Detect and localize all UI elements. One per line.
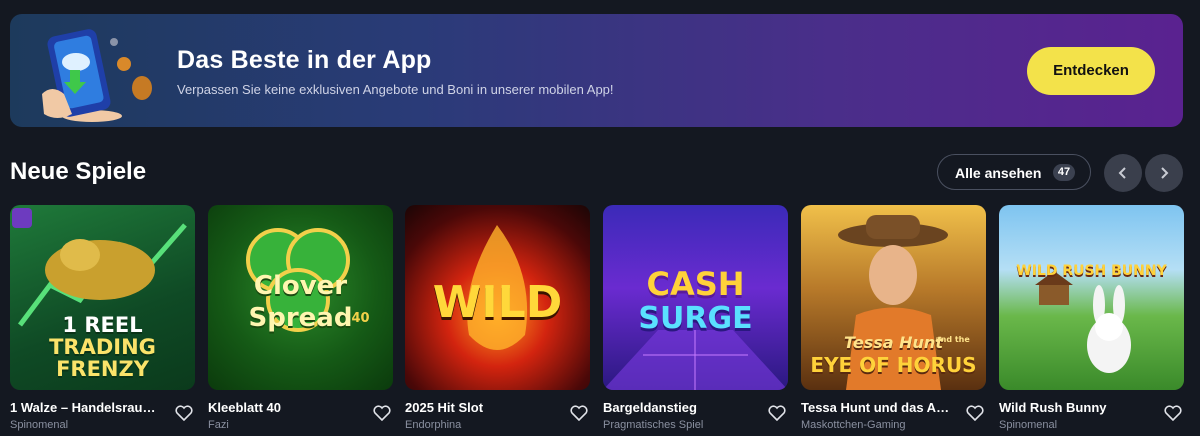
art-line: WILD bbox=[432, 277, 563, 328]
game-title[interactable]: Wild Rush Bunny bbox=[999, 400, 1149, 415]
art-line: TRADING bbox=[49, 335, 156, 359]
app-promo-banner: Das Beste in der App Verpassen Sie keine… bbox=[10, 14, 1183, 127]
art-line: FRENZY bbox=[56, 357, 149, 381]
see-all-button[interactable]: Alle ansehen 47 bbox=[937, 154, 1091, 190]
game-title[interactable]: 1 Walze – Handelsrausch bbox=[10, 400, 160, 415]
game-title[interactable]: Bargeldanstieg bbox=[603, 400, 753, 415]
game-title[interactable]: Kleeblatt 40 bbox=[208, 400, 358, 415]
heart-icon[interactable] bbox=[373, 405, 391, 421]
art-line: CASH bbox=[646, 265, 745, 303]
game-provider: Spinomenal bbox=[10, 419, 69, 431]
game-provider: Pragmatisches Spiel bbox=[603, 419, 704, 431]
game-card[interactable]: 1 REEL TRADING FRENZY 1 Walze – Handelsr… bbox=[10, 205, 195, 431]
game-card[interactable]: WILD RUSH BUNNY Wild Rush Bunny Spinomen… bbox=[999, 205, 1184, 431]
art-line: Clover bbox=[253, 271, 348, 301]
heart-icon[interactable] bbox=[768, 405, 786, 421]
game-card[interactable]: CASH SURGE Bargeldanstieg Pragmatisches … bbox=[603, 205, 788, 431]
game-count-badge: 47 bbox=[1053, 164, 1075, 181]
banner-subtitle: Verpassen Sie keine exklusiven Angebote … bbox=[177, 82, 614, 97]
game-card[interactable]: Tessa Hunt and the EYE OF HORUS Tessa Hu… bbox=[801, 205, 986, 431]
heart-icon[interactable] bbox=[966, 405, 984, 421]
chevron-left-icon bbox=[1118, 167, 1126, 179]
discover-button[interactable]: Entdecken bbox=[1027, 47, 1155, 95]
prev-button[interactable] bbox=[1104, 154, 1142, 192]
game-thumbnail[interactable]: Tessa Hunt and the EYE OF HORUS bbox=[801, 205, 986, 390]
game-thumbnail[interactable]: WILD RUSH BUNNY bbox=[999, 205, 1184, 390]
game-title[interactable]: 2025 Hit Slot bbox=[405, 400, 555, 415]
game-provider: Maskottchen-Gaming bbox=[801, 419, 906, 431]
game-thumbnail[interactable]: CASH SURGE bbox=[603, 205, 788, 390]
heart-icon[interactable] bbox=[175, 405, 193, 421]
next-button[interactable] bbox=[1145, 154, 1183, 192]
bunny-artwork bbox=[1035, 271, 1131, 373]
heart-icon[interactable] bbox=[570, 405, 588, 421]
game-provider: Spinomenal bbox=[999, 419, 1058, 431]
art-line: WILD RUSH BUNNY bbox=[1016, 263, 1167, 279]
art-line: and the bbox=[935, 335, 970, 344]
game-card[interactable]: Clover Spread 40 Kleeblatt 40 Fazi bbox=[208, 205, 393, 431]
chevron-right-icon bbox=[1161, 167, 1169, 179]
art-line: SURGE bbox=[638, 301, 753, 336]
game-title[interactable]: Tessa Hunt und das Auge des Horus bbox=[801, 400, 951, 415]
game-thumbnail[interactable]: Clover Spread 40 bbox=[208, 205, 393, 390]
art-line: EYE OF HORUS bbox=[810, 353, 977, 377]
game-provider: Fazi bbox=[208, 419, 229, 431]
art-line: 40 bbox=[351, 311, 370, 326]
art-line: 1 REEL bbox=[62, 313, 143, 337]
game-card[interactable]: WILD 2025 Hit Slot Endorphina bbox=[405, 205, 590, 431]
game-thumbnail[interactable]: 1 REEL TRADING FRENZY bbox=[10, 205, 195, 390]
see-all-label: Alle ansehen bbox=[955, 165, 1042, 181]
game-thumbnail[interactable]: WILD bbox=[405, 205, 590, 390]
phone-app-illustration bbox=[42, 29, 152, 122]
banner-title: Das Beste in der App bbox=[177, 46, 432, 74]
section-title: Neue Spiele bbox=[10, 158, 147, 185]
game-provider: Endorphina bbox=[405, 419, 462, 431]
heart-icon[interactable] bbox=[1164, 405, 1182, 421]
